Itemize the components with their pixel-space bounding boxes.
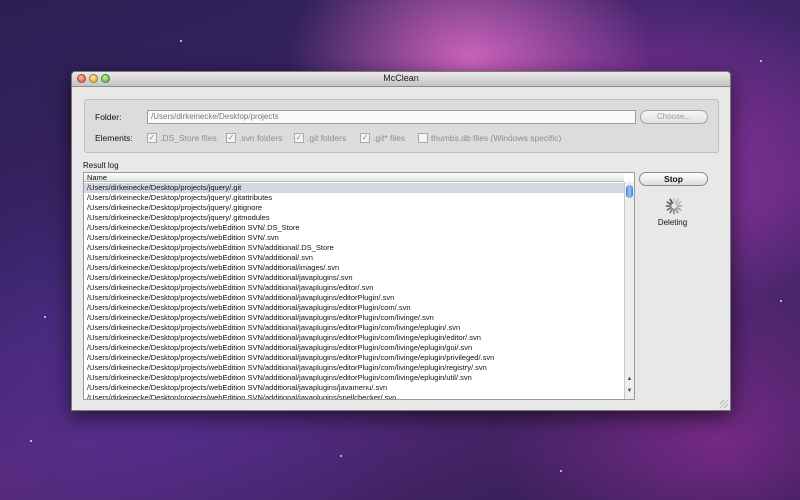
git-folders-checkbox[interactable]: ✓ .git folders [294, 132, 346, 144]
checkbox-label: .git folders [307, 133, 347, 143]
checkbox-box[interactable]: ✓ [360, 133, 370, 143]
mcclean-window: McClean Folder: /Users/dirkeinecke/Deskt… [71, 71, 731, 411]
checkmark-icon: ✓ [148, 133, 156, 142]
table-row[interactable]: /Users/dirkeinecke/Desktop/projects/webE… [84, 333, 624, 343]
title-bar[interactable]: McClean [72, 72, 730, 87]
table-row[interactable]: /Users/dirkeinecke/Desktop/projects/webE… [84, 323, 624, 333]
table-row[interactable]: /Users/dirkeinecke/Desktop/projects/webE… [84, 233, 624, 243]
table-row[interactable]: /Users/dirkeinecke/Desktop/projects/webE… [84, 393, 624, 399]
spinner-spoke [674, 198, 679, 204]
table-row[interactable]: /Users/dirkeinecke/Desktop/projects/jque… [84, 183, 624, 193]
spinner-spoke [676, 201, 682, 206]
window-title: McClean [383, 73, 419, 83]
settings-group: Folder: /Users/dirkeinecke/Desktop/proje… [84, 99, 719, 153]
checkbox-box[interactable]: ✓ [226, 133, 236, 143]
table-row[interactable]: /Users/dirkeinecke/Desktop/projects/webE… [84, 343, 624, 353]
spinner-spoke [676, 206, 682, 211]
vertical-scrollbar[interactable]: ▲ ▼ [624, 182, 634, 399]
spinner-spoke [669, 208, 674, 214]
table-row[interactable]: /Users/dirkeinecke/Desktop/projects/webE… [84, 373, 624, 383]
table-row[interactable]: /Users/dirkeinecke/Desktop/projects/webE… [84, 353, 624, 363]
checkbox-label: .DS_Store files [160, 133, 217, 143]
folder-label: Folder: [95, 112, 122, 122]
table-row[interactable]: /Users/dirkeinecke/Desktop/projects/webE… [84, 283, 624, 293]
resize-grip-icon[interactable] [720, 400, 728, 408]
checkbox-box[interactable]: ✓ [294, 133, 304, 143]
star [760, 60, 762, 62]
checkbox-box[interactable]: ✓ [147, 133, 157, 143]
thumbs-db-checkbox[interactable]: thumbs.db files (Windows specific) [418, 132, 561, 144]
result-log-rows: /Users/dirkeinecke/Desktop/projects/jque… [84, 183, 624, 399]
ds-store-checkbox[interactable]: ✓ .DS_Store files [147, 132, 217, 144]
table-row[interactable]: /Users/dirkeinecke/Desktop/projects/webE… [84, 383, 624, 393]
spinner-spoke [666, 201, 672, 206]
star [44, 316, 46, 318]
result-log-table[interactable]: Name /Users/dirkeinecke/Desktop/projects… [83, 172, 635, 400]
scrollbar-thumb[interactable] [626, 185, 633, 198]
star [780, 300, 782, 302]
column-header-name[interactable]: Name [84, 173, 624, 182]
spinner-icon [665, 197, 683, 215]
checkbox-label: .git* files [373, 133, 406, 143]
folder-path-field[interactable]: /Users/dirkeinecke/Desktop/projects [147, 110, 636, 124]
table-row[interactable]: /Users/dirkeinecke/Desktop/projects/jque… [84, 213, 624, 223]
table-row[interactable]: /Users/dirkeinecke/Desktop/projects/webE… [84, 273, 624, 283]
result-log-label: Result log [83, 161, 119, 170]
table-row[interactable]: /Users/dirkeinecke/Desktop/projects/webE… [84, 223, 624, 233]
checkmark-icon: ✓ [295, 133, 303, 142]
table-row[interactable]: /Users/dirkeinecke/Desktop/projects/webE… [84, 263, 624, 273]
checkmark-icon: ✓ [227, 133, 235, 142]
git-files-checkbox[interactable]: ✓ .git* files [360, 132, 405, 144]
elements-label: Elements: [95, 133, 133, 143]
svn-folders-checkbox[interactable]: ✓ .svn folders [226, 132, 282, 144]
checkbox-label: .svn folders [239, 133, 283, 143]
spinner-spoke [669, 198, 674, 204]
table-row[interactable]: /Users/dirkeinecke/Desktop/projects/webE… [84, 363, 624, 373]
scroll-up-icon[interactable]: ▲ [625, 375, 634, 383]
choose-button[interactable]: Choose... [640, 110, 708, 124]
star [180, 40, 182, 42]
table-row[interactable]: /Users/dirkeinecke/Desktop/projects/webE… [84, 243, 624, 253]
scroll-down-icon[interactable]: ▼ [625, 387, 634, 395]
table-row[interactable]: /Users/dirkeinecke/Desktop/projects/jque… [84, 203, 624, 213]
table-row[interactable]: /Users/dirkeinecke/Desktop/projects/webE… [84, 303, 624, 313]
table-row[interactable]: /Users/dirkeinecke/Desktop/projects/webE… [84, 253, 624, 263]
checkbox-box[interactable] [418, 133, 428, 143]
table-row[interactable]: /Users/dirkeinecke/Desktop/projects/jque… [84, 193, 624, 203]
star [560, 470, 562, 472]
star [340, 455, 342, 457]
checkbox-label: thumbs.db files (Windows specific) [431, 133, 562, 143]
checkmark-icon: ✓ [361, 133, 369, 142]
stop-button[interactable]: Stop [639, 172, 708, 186]
spinner-spoke [674, 208, 679, 214]
table-row[interactable]: /Users/dirkeinecke/Desktop/projects/webE… [84, 293, 624, 303]
table-row[interactable]: /Users/dirkeinecke/Desktop/projects/webE… [84, 313, 624, 323]
star [30, 440, 32, 442]
status-text: Deleting [657, 218, 688, 227]
spinner-spoke [666, 206, 672, 211]
